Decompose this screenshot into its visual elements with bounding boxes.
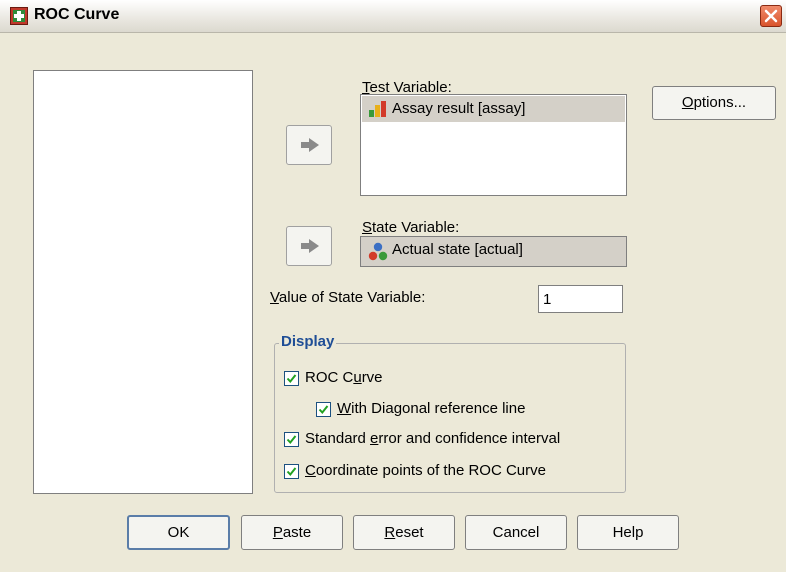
close-icon — [764, 9, 778, 23]
state-variable-label: State Variable: — [362, 219, 460, 236]
ok-button[interactable]: OK — [127, 515, 230, 550]
checkmark-icon — [286, 435, 297, 445]
roc-curve-label: ROC Curve — [305, 369, 383, 386]
checkmark-icon — [318, 405, 329, 415]
std-error-label: Standard error and confidence interval — [305, 430, 561, 447]
scale-variable-icon — [369, 101, 386, 117]
roc-app-icon — [10, 7, 28, 25]
move-to-test-variable-button[interactable] — [286, 125, 332, 165]
coordinate-points-checkbox[interactable] — [284, 464, 299, 479]
diagonal-reference-label: With Diagonal reference line — [337, 400, 526, 417]
close-button[interactable] — [760, 5, 782, 27]
test-variable-item-label: Assay result [assay] — [392, 100, 526, 117]
help-button[interactable]: Help — [577, 515, 679, 550]
checkmark-icon — [286, 374, 297, 384]
move-to-state-variable-button[interactable] — [286, 226, 332, 266]
paste-button[interactable]: Paste — [241, 515, 343, 550]
options-button-label: ptions... — [693, 94, 747, 111]
diagonal-reference-checkbox[interactable] — [316, 402, 331, 417]
nominal-variable-icon — [368, 242, 388, 261]
cancel-button[interactable]: Cancel — [465, 515, 567, 550]
window-title: ROC Curve — [34, 6, 120, 23]
right-arrow-icon — [301, 239, 319, 253]
title-bar: ROC Curve — [0, 0, 786, 33]
value-of-state-input[interactable]: 1 — [538, 285, 623, 313]
test-variable-item[interactable]: Assay result [assay] — [362, 96, 625, 122]
options-button-accesskey: O — [681, 94, 694, 111]
state-variable-item-label: Actual state [actual] — [392, 241, 523, 258]
roc-curve-checkbox[interactable] — [284, 371, 299, 386]
display-group-legend: Display — [279, 333, 337, 350]
state-variable-box[interactable]: Actual state [actual] — [360, 236, 627, 267]
coordinate-points-label: Coordinate points of the ROC Curve — [305, 462, 546, 479]
reset-button[interactable]: Reset — [353, 515, 455, 550]
checkmark-icon — [286, 467, 297, 477]
options-button[interactable]: Options... — [652, 86, 776, 120]
test-variable-box[interactable]: Assay result [assay] — [360, 94, 627, 196]
std-error-checkbox[interactable] — [284, 432, 299, 447]
right-arrow-icon — [301, 138, 319, 152]
source-variable-list[interactable] — [33, 70, 253, 494]
state-variable-item[interactable]: Actual state [actual] — [362, 238, 625, 265]
value-of-state-label: Value of State Variable: — [270, 289, 426, 306]
